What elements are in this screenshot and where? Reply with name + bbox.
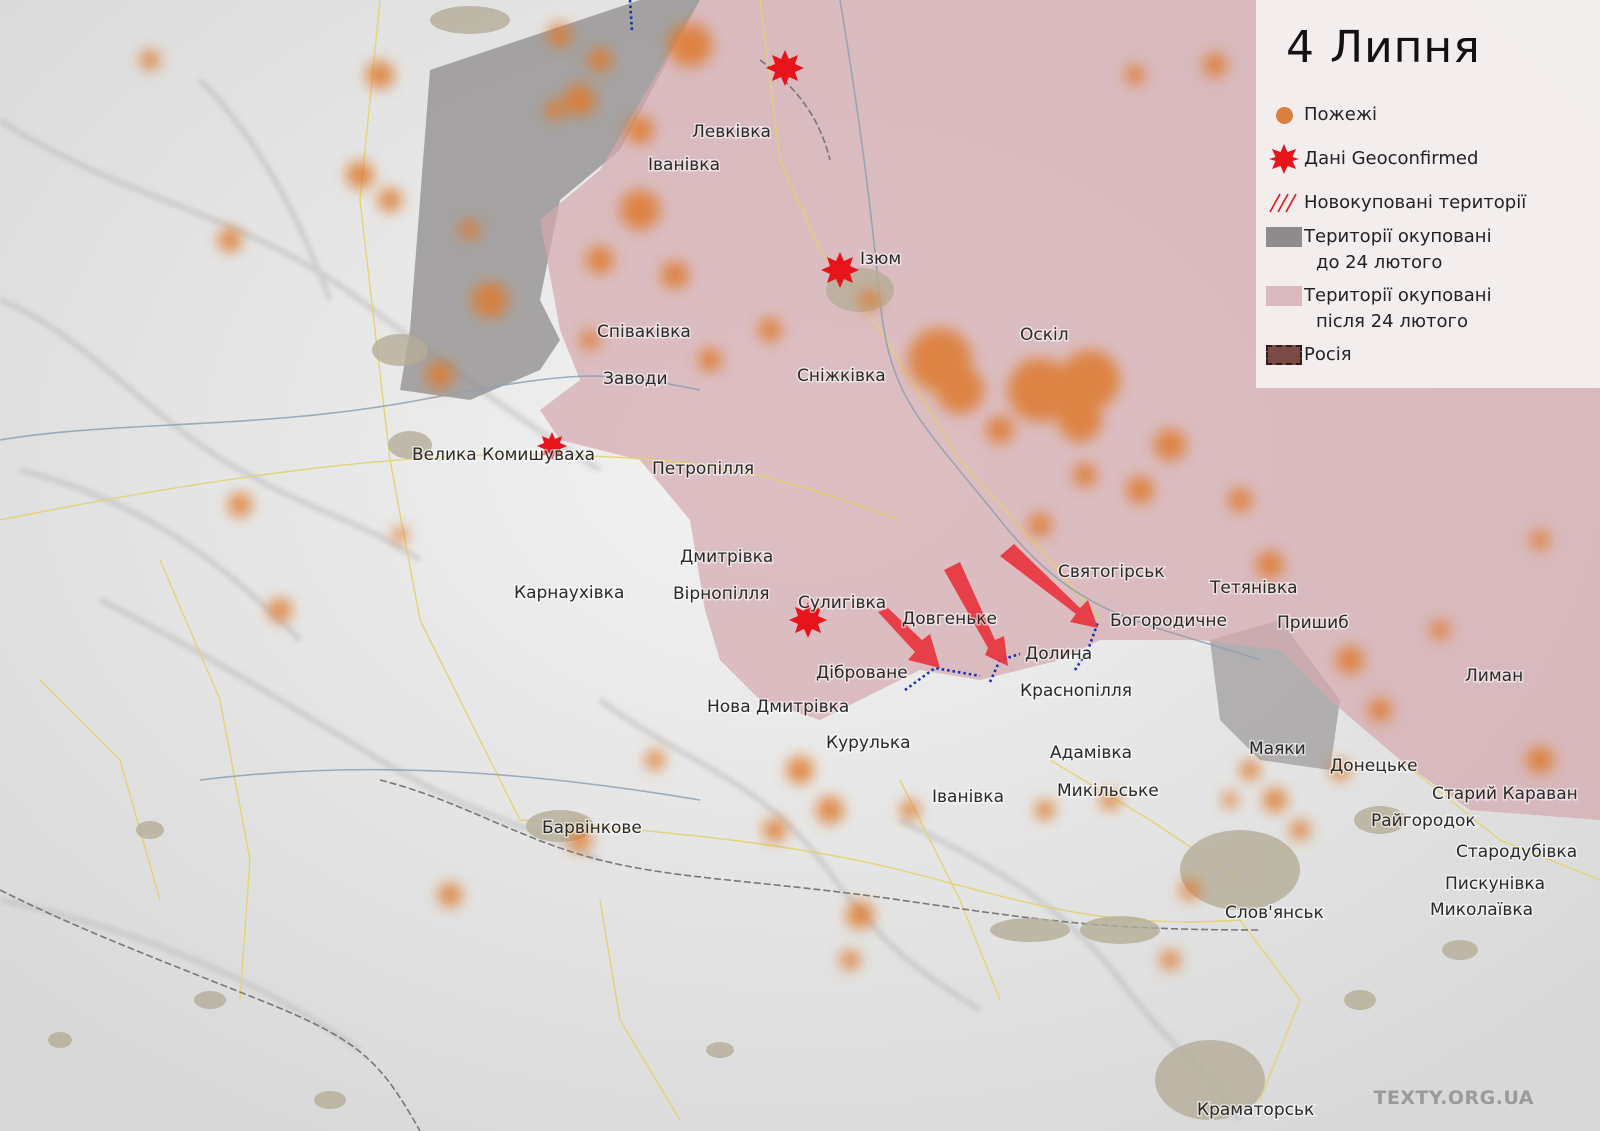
legend-label-line2: до 24 лютого xyxy=(1316,252,1443,273)
place-label: Стародубівка xyxy=(1456,842,1577,862)
place-label: Петропілля xyxy=(652,459,754,479)
place-label: Слов'янськ xyxy=(1225,903,1324,923)
place-label: Тетянівка xyxy=(1209,578,1298,598)
place-label: Ізюм xyxy=(860,249,901,269)
place-label: Діброване xyxy=(816,663,908,683)
place-label: Пискунівка xyxy=(1445,874,1545,894)
gray-swatch-icon xyxy=(1266,227,1302,247)
place-label: Карнаухівка xyxy=(514,583,624,603)
place-label: Пришиб xyxy=(1277,613,1349,633)
place-label: Левківка xyxy=(692,122,771,142)
place-label: Сулигівка xyxy=(798,593,886,613)
map-legend: 4 Липня Пожежі Дані Geoconfirmed Новокуп… xyxy=(1256,0,1600,388)
legend-label-line2: після 24 лютого xyxy=(1316,311,1468,332)
place-label: Адамівка xyxy=(1050,743,1132,763)
place-label: Старий Караван xyxy=(1432,784,1578,804)
legend-item-new-territories: Новокуповані території xyxy=(1264,190,1526,216)
pink-swatch-icon xyxy=(1266,286,1302,306)
place-label: Велика Комишуваха xyxy=(412,445,595,465)
place-label: Лиман xyxy=(1465,666,1523,686)
place-label: Барвінкове xyxy=(542,818,642,838)
place-label: Заводи xyxy=(603,369,668,389)
place-label: Микільське xyxy=(1057,781,1159,801)
map-title: 4 Липня xyxy=(1286,22,1481,73)
legend-label: Території окуповані xyxy=(1304,285,1492,306)
place-label: Краматорськ xyxy=(1197,1100,1314,1120)
legend-item-occupied-after: Території окуповані після 24 лютого xyxy=(1264,283,1492,335)
place-label: Миколаївка xyxy=(1430,900,1533,920)
legend-item-geoconfirmed: Дані Geoconfirmed xyxy=(1264,144,1479,174)
legend-label: Дані Geoconfirmed xyxy=(1304,148,1479,169)
place-label: Довгеньке xyxy=(902,609,997,629)
legend-label: Росія xyxy=(1304,344,1352,365)
dark-dashed-swatch-icon xyxy=(1266,345,1302,365)
place-label: Краснопілля xyxy=(1020,681,1132,701)
place-label: Курулька xyxy=(826,733,911,753)
place-label: Богородичне xyxy=(1110,611,1227,631)
place-label: Святогірськ xyxy=(1058,562,1165,582)
legend-label: Новокуповані території xyxy=(1304,192,1527,213)
place-label: Іванівка xyxy=(648,155,720,175)
place-label: Вірнопілля xyxy=(673,584,770,604)
fire-dot-icon xyxy=(1275,106,1293,124)
red-hatch-icon xyxy=(1269,193,1297,213)
legend-label: Території окуповані xyxy=(1304,226,1492,247)
place-label: Райгородок xyxy=(1371,811,1476,831)
place-label: Сніжківка xyxy=(797,366,886,386)
red-burst-icon xyxy=(1269,144,1299,174)
place-label: Іванівка xyxy=(932,787,1004,807)
place-label: Нова Дмитрівка xyxy=(707,697,849,717)
place-label: Співаківка xyxy=(597,322,691,342)
place-label: Долина xyxy=(1025,644,1092,664)
source-credit: TEXTY.ORG.UA xyxy=(1373,1087,1534,1109)
legend-label: Пожежі xyxy=(1304,104,1378,125)
place-label: Донецьке xyxy=(1330,756,1418,776)
place-label: Оскіл xyxy=(1020,325,1069,345)
legend-item-fires: Пожежі xyxy=(1264,102,1377,128)
legend-item-occupied-before: Території окуповані до 24 лютого xyxy=(1264,224,1492,276)
place-label: Дмитрівка xyxy=(680,547,773,567)
place-label: Маяки xyxy=(1249,739,1306,759)
legend-item-russia: Росія xyxy=(1264,342,1352,368)
